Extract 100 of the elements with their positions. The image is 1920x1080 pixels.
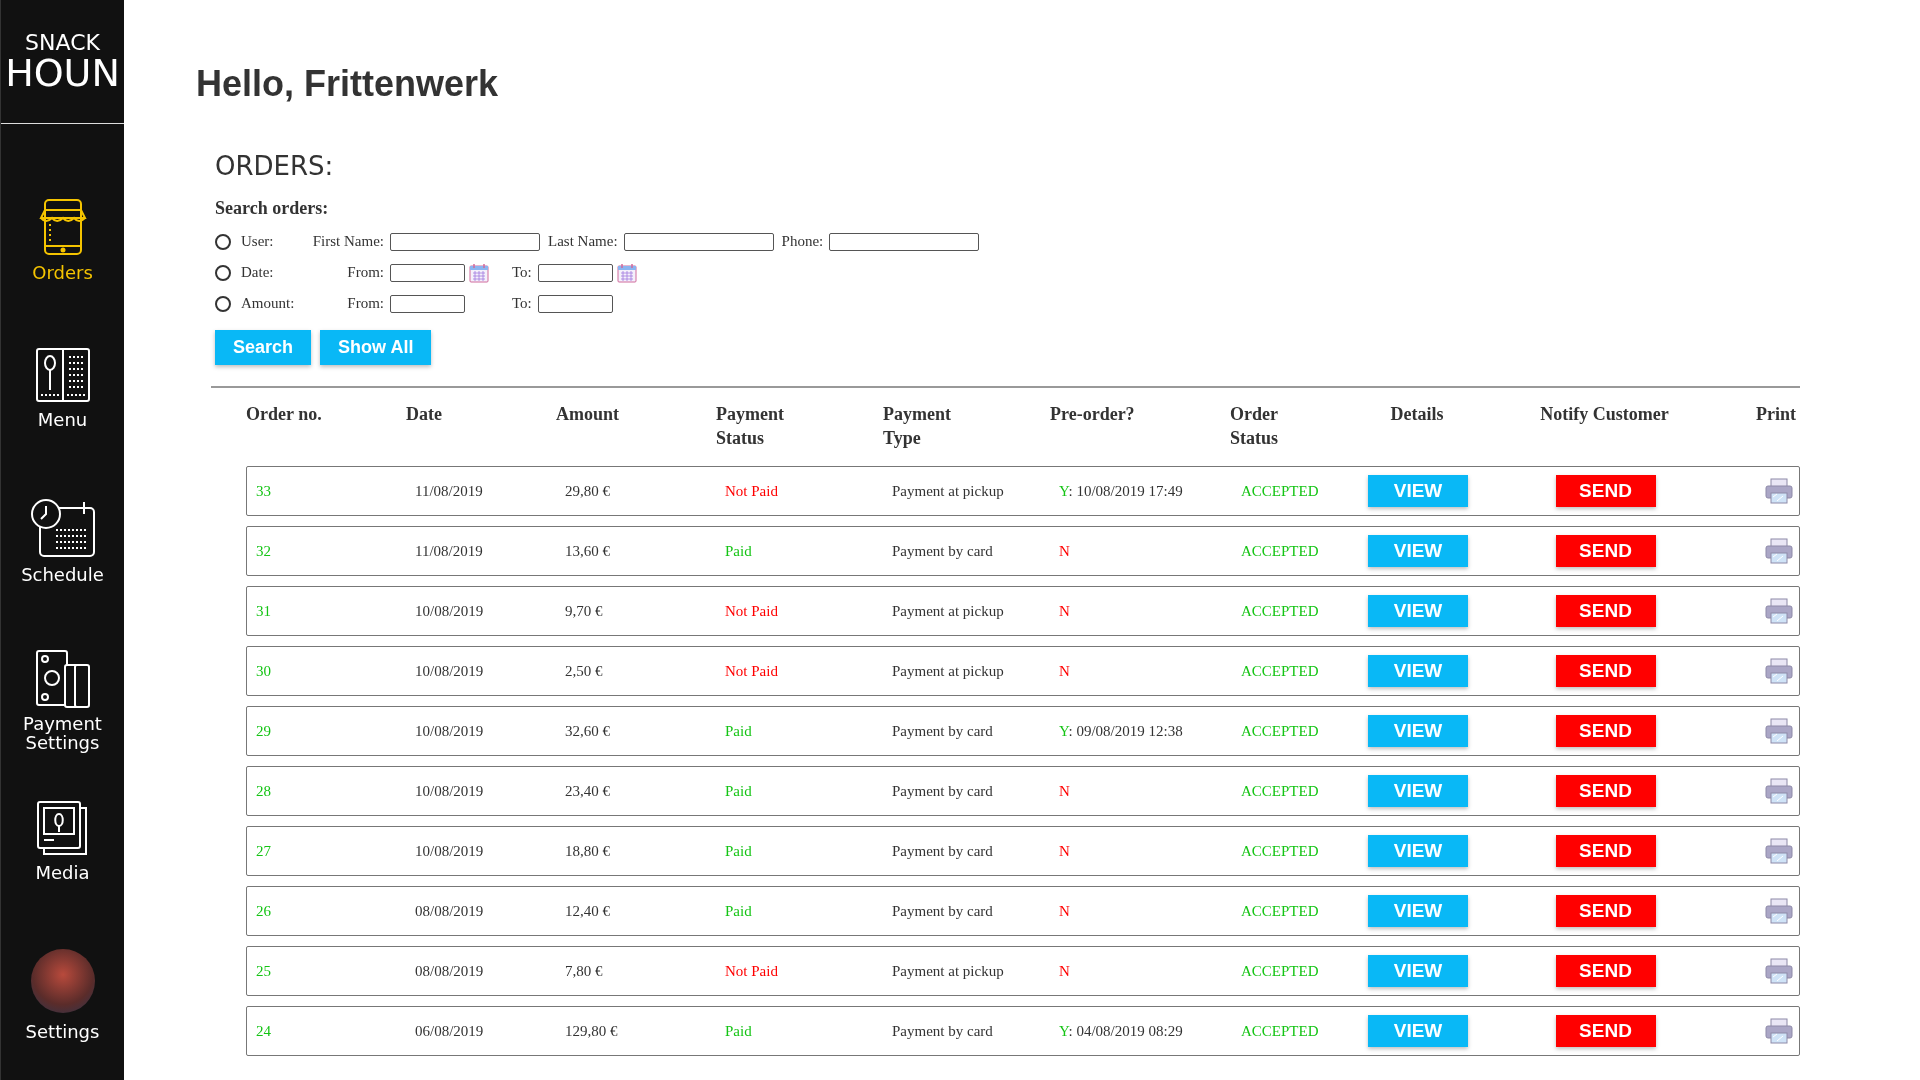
show-all-button[interactable]: Show All bbox=[320, 330, 432, 365]
payment-type: Payment at pickup bbox=[891, 662, 1005, 680]
input-field[interactable] bbox=[390, 232, 540, 251]
field-label: From: bbox=[346, 264, 384, 281]
send-button[interactable]: SEND bbox=[1555, 1015, 1656, 1047]
pre-order-info: Y: 10/08/2019 17:49 bbox=[1058, 482, 1184, 500]
order-number: 30 bbox=[255, 662, 272, 680]
field-label: To: bbox=[512, 264, 532, 281]
payment-status: Not Paid bbox=[724, 962, 779, 980]
view-button[interactable]: VIEW bbox=[1368, 715, 1468, 747]
view-button[interactable]: VIEW bbox=[1368, 595, 1468, 627]
search-button[interactable]: Search bbox=[215, 330, 312, 365]
send-button[interactable]: SEND bbox=[1555, 895, 1656, 927]
payment-type: Payment at pickup bbox=[891, 602, 1005, 620]
view-button[interactable]: VIEW bbox=[1368, 655, 1468, 687]
send-button[interactable]: SEND bbox=[1555, 475, 1656, 507]
order-date: 06/08/2019 bbox=[414, 1022, 485, 1040]
order-status: ACCEPTED bbox=[1240, 722, 1320, 740]
pre-order-info: N bbox=[1058, 902, 1071, 920]
search-orders-label: Search orders: bbox=[215, 197, 330, 220]
view-button[interactable]: VIEW bbox=[1368, 775, 1468, 807]
printer-icon[interactable] bbox=[1765, 897, 1793, 925]
view-button[interactable]: VIEW bbox=[1368, 835, 1468, 867]
order-amount: 29,80 € bbox=[564, 482, 611, 500]
order-date: 11/08/2019 bbox=[414, 542, 484, 560]
order-amount: 129,80 € bbox=[564, 1022, 619, 1040]
printer-icon[interactable] bbox=[1765, 1017, 1793, 1045]
input-field[interactable] bbox=[390, 263, 465, 282]
order-number: 29 bbox=[255, 722, 272, 740]
printer-icon[interactable] bbox=[1765, 477, 1793, 505]
payment-type: Payment at pickup bbox=[891, 482, 1005, 500]
printer-icon[interactable] bbox=[1765, 657, 1793, 685]
view-button[interactable]: VIEW bbox=[1368, 1015, 1468, 1047]
sidebar-item[interactable]: Menu bbox=[1, 345, 124, 496]
orders-heading: ORDERS: bbox=[215, 150, 335, 183]
pre-order-info: N bbox=[1058, 842, 1071, 860]
field-label: First Name: bbox=[311, 233, 384, 250]
field-label: Phone: bbox=[781, 233, 824, 250]
printer-icon[interactable] bbox=[1765, 717, 1793, 745]
order-date: 08/08/2019 bbox=[414, 902, 485, 920]
payment-status: Not Paid bbox=[724, 662, 779, 680]
sidebar-item[interactable]: Media bbox=[1, 798, 124, 949]
column-header: Date bbox=[406, 403, 442, 426]
send-button[interactable]: SEND bbox=[1555, 535, 1656, 567]
payment-type: Payment at pickup bbox=[891, 962, 1005, 980]
view-button[interactable]: VIEW bbox=[1368, 475, 1468, 507]
view-button[interactable]: VIEW bbox=[1368, 955, 1468, 987]
order-number: 31 bbox=[255, 602, 272, 620]
view-button[interactable]: VIEW bbox=[1368, 895, 1468, 927]
send-button[interactable]: SEND bbox=[1555, 595, 1656, 627]
payment-status: Paid bbox=[724, 842, 753, 860]
pre-order-info: N bbox=[1058, 602, 1071, 620]
payment-status: Not Paid bbox=[724, 602, 779, 620]
input-field[interactable] bbox=[537, 294, 613, 313]
payment-status: Paid bbox=[724, 542, 753, 560]
pre-order-info: N bbox=[1058, 962, 1071, 980]
sidebar-item[interactable]: Schedule bbox=[1, 496, 124, 647]
radio-button[interactable] bbox=[215, 295, 231, 312]
sidebar-item[interactable]: Orders bbox=[1, 194, 124, 345]
input-field[interactable] bbox=[537, 263, 613, 282]
pre-order-info: N bbox=[1058, 662, 1071, 680]
order-number: 27 bbox=[255, 842, 272, 860]
option-label: Amount: bbox=[241, 295, 296, 312]
input-field[interactable] bbox=[623, 232, 774, 251]
order-number: 25 bbox=[255, 962, 272, 980]
send-button[interactable]: SEND bbox=[1555, 775, 1656, 807]
send-button[interactable]: SEND bbox=[1555, 655, 1656, 687]
printer-icon[interactable] bbox=[1765, 537, 1793, 565]
column-header: Notify Customer bbox=[1540, 403, 1669, 426]
pre-order-info: N bbox=[1058, 782, 1071, 800]
order-amount: 12,40 € bbox=[564, 902, 611, 920]
sidebar-item[interactable]: Payment Settings bbox=[1, 647, 124, 798]
order-status: ACCEPTED bbox=[1240, 1022, 1320, 1040]
send-button[interactable]: SEND bbox=[1555, 835, 1656, 867]
payment-type: Payment by card bbox=[891, 782, 994, 800]
sidebar-item[interactable]: Settings bbox=[1, 949, 124, 1080]
option-label: User: bbox=[241, 233, 275, 250]
pre-order-info: N bbox=[1058, 542, 1071, 560]
printer-icon[interactable] bbox=[1765, 837, 1793, 865]
order-amount: 2,50 € bbox=[564, 662, 604, 680]
view-button[interactable]: VIEW bbox=[1368, 535, 1468, 567]
printer-icon[interactable] bbox=[1765, 777, 1793, 805]
calendar-icon[interactable] bbox=[469, 262, 489, 283]
send-button[interactable]: SEND bbox=[1555, 955, 1656, 987]
payment-type: Payment by card bbox=[891, 1022, 994, 1040]
greeting-heading: Hello, Frittenwerk bbox=[196, 62, 500, 106]
order-date: 08/08/2019 bbox=[414, 962, 485, 980]
order-date: 10/08/2019 bbox=[414, 602, 485, 620]
printer-icon[interactable] bbox=[1765, 597, 1793, 625]
calendar-icon[interactable] bbox=[616, 262, 637, 283]
send-button[interactable]: SEND bbox=[1555, 715, 1656, 747]
radio-button[interactable] bbox=[215, 233, 231, 250]
radio-button[interactable] bbox=[215, 264, 231, 281]
printer-icon[interactable] bbox=[1765, 957, 1793, 985]
order-number: 24 bbox=[255, 1022, 272, 1040]
order-status: ACCEPTED bbox=[1240, 542, 1320, 560]
order-date: 10/08/2019 bbox=[414, 842, 485, 860]
payment-status: Paid bbox=[724, 782, 753, 800]
input-field[interactable] bbox=[390, 294, 465, 313]
input-field[interactable] bbox=[829, 232, 980, 251]
